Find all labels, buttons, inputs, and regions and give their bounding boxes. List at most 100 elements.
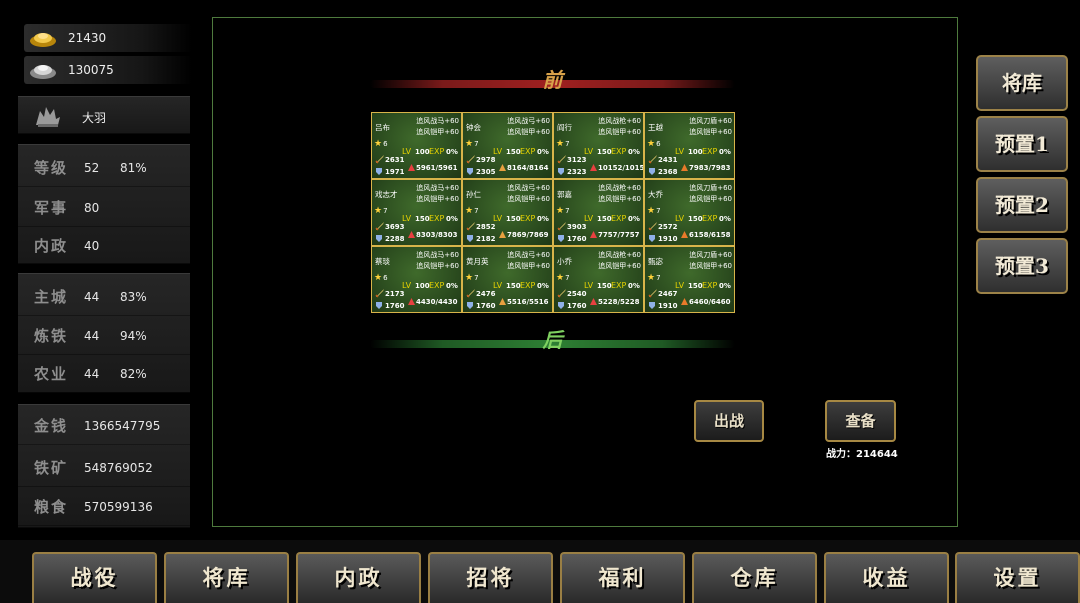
preset-1-button[interactable]: 预置1	[976, 116, 1068, 172]
inspect-button[interactable]: 查备	[825, 400, 896, 442]
general-troops: 7983/7983	[689, 164, 731, 172]
nav-warehouse[interactable]: 仓库	[692, 552, 817, 603]
stat-extra: 81%	[120, 160, 147, 175]
star-icon: ★7	[556, 139, 570, 149]
general-card[interactable]: 阎行 追风战枪+60 追风铠甲+60 ★7 LV 150 EXP 0% 3123 2323 1015…	[553, 112, 644, 179]
preset-2-button[interactable]: 预置2	[976, 177, 1068, 233]
exp-tag: EXP	[429, 214, 445, 223]
back-label: 后	[542, 328, 563, 352]
general-card[interactable]: 黄月英 追风战弓+60 追风铠甲+60 ★7 LV 150 EXP 0% 2476 1760 551…	[462, 246, 553, 313]
general-equipment: 追风战枪+60 追风铠甲+60	[598, 250, 641, 272]
front-row-banner: 前	[370, 68, 735, 94]
unit-type-icon	[499, 298, 506, 305]
armor-icon	[558, 168, 564, 175]
general-equipment: 追风战马+60 追风铠甲+60	[416, 116, 459, 138]
general-level: 100	[415, 148, 430, 156]
nav-recruit[interactable]: 招将	[428, 552, 553, 603]
unit-type-icon	[499, 164, 506, 171]
rider-emblem-icon	[36, 107, 60, 127]
equipment-armor: 追风铠甲+60	[416, 195, 459, 203]
general-attack: 2540	[567, 290, 587, 298]
sword-icon	[557, 155, 566, 164]
general-name: 小乔	[557, 257, 572, 266]
general-card[interactable]: 大乔 追风刀盾+60 追风铠甲+60 ★7 LV 150 EXP 0% 2572 1910 6158…	[644, 179, 735, 246]
general-name: 郭嘉	[557, 190, 572, 199]
general-attack: 2572	[658, 223, 678, 231]
star-icon: ★6	[374, 273, 388, 283]
level-tag: LV	[584, 214, 594, 223]
exp-percent: 0%	[446, 215, 458, 223]
left-sidebar: 21430 130075 大羽 等级 52 81% 军事 80 内政 40 主城…	[0, 0, 200, 540]
exp-tag: EXP	[611, 281, 627, 290]
general-library-button[interactable]: 将库	[976, 55, 1068, 111]
exp-tag: EXP	[429, 281, 445, 290]
general-troops: 5516/5516	[507, 298, 549, 306]
nav-income[interactable]: 收益	[824, 552, 949, 603]
general-card[interactable]: 小乔 追风战枪+60 追风铠甲+60 ★7 LV 150 EXP 0% 2540 1760 5228…	[553, 246, 644, 313]
star-count: 7	[565, 274, 570, 282]
buildings-panel: 主城 44 83% 炼铁 44 94% 农业 44 82%	[18, 273, 190, 393]
armor-icon	[376, 168, 382, 175]
general-card[interactable]: 王越 追风刀盾+60 追风铠甲+60 ★6 LV 100 EXP 0% 2431 2368 7983…	[644, 112, 735, 179]
player-panel: 大羽	[18, 96, 190, 134]
nav-settings[interactable]: 设置	[955, 552, 1080, 603]
general-card[interactable]: 孙仁 追风战弓+60 追风铠甲+60 ★7 LV 150 EXP 0% 2852 2182 7869…	[462, 179, 553, 246]
player-name: 大羽	[82, 111, 107, 125]
general-defense: 2368	[658, 168, 678, 176]
building-progress: 83%	[120, 289, 147, 304]
equipment-weapon: 追风战弓+60	[507, 184, 550, 192]
equipment-weapon: 追风战弓+60	[507, 117, 550, 125]
general-card[interactable]: 吕布 追风战马+60 追风铠甲+60 ★6 LV 100 EXP 0% 2631 1971 5961…	[371, 112, 462, 179]
equipment-armor: 追风铠甲+60	[598, 128, 641, 136]
general-level: 100	[415, 282, 430, 290]
general-name: 孙仁	[466, 190, 481, 199]
nav-campaign[interactable]: 战役	[32, 552, 157, 603]
general-troops: 6460/6460	[689, 298, 731, 306]
armor-icon	[649, 302, 655, 309]
general-card[interactable]: 戏志才 追风战马+60 追风铠甲+60 ★7 LV 150 EXP 0% 3693 2288 830…	[371, 179, 462, 246]
unit-type-icon	[499, 231, 506, 238]
nav-general-library[interactable]: 将库	[164, 552, 289, 603]
level-tag: LV	[675, 281, 685, 290]
general-equipment: 追风战马+60 追风铠甲+60	[416, 250, 459, 272]
general-troops: 4430/4430	[416, 298, 458, 306]
general-name: 甄宓	[648, 257, 663, 266]
level-tag: LV	[402, 281, 412, 290]
unit-type-icon	[408, 231, 415, 238]
sword-icon	[466, 289, 475, 298]
general-card[interactable]: 郭嘉 追风战枪+60 追风铠甲+60 ★7 LV 150 EXP 0% 3903 1760 7757…	[553, 179, 644, 246]
sword-icon	[375, 155, 384, 164]
equipment-weapon: 追风战枪+60	[598, 117, 641, 125]
level-tag: LV	[493, 281, 503, 290]
general-level: 150	[688, 282, 703, 290]
equipment-weapon: 追风战马+60	[416, 117, 459, 125]
stat-value: 40	[84, 238, 100, 253]
general-card[interactable]: 钟会 追风战弓+60 追风铠甲+60 ★7 LV 150 EXP 0% 2978 2305 8164…	[462, 112, 553, 179]
battle-button[interactable]: 出战	[694, 400, 764, 442]
general-level: 150	[506, 215, 521, 223]
star-icon: ★7	[556, 206, 570, 216]
armor-icon	[467, 302, 473, 309]
star-icon: ★7	[465, 273, 479, 283]
armor-icon	[649, 168, 655, 175]
general-defense: 1760	[476, 302, 496, 310]
building-progress: 82%	[120, 366, 147, 381]
level-tag: LV	[402, 214, 412, 223]
general-troops: 7869/7869	[507, 231, 549, 239]
equipment-armor: 追风铠甲+60	[598, 262, 641, 270]
general-name: 黄月英	[466, 257, 489, 266]
nav-welfare[interactable]: 福利	[560, 552, 685, 603]
star-count: 7	[474, 140, 479, 148]
total-row-iron: 铁矿 548769052	[18, 449, 190, 487]
sword-icon	[466, 222, 475, 231]
preset-3-button[interactable]: 预置3	[976, 238, 1068, 294]
stat-label: 等级	[34, 159, 69, 177]
nav-domestic[interactable]: 内政	[296, 552, 421, 603]
general-attack: 2978	[476, 156, 496, 164]
general-troops: 5961/5961	[416, 164, 458, 172]
exp-tag: EXP	[611, 214, 627, 223]
general-defense: 1971	[385, 168, 405, 176]
general-card[interactable]: 甄宓 追风刀盾+60 追风铠甲+60 ★7 LV 150 EXP 0% 2467 1910 6460…	[644, 246, 735, 313]
general-card[interactable]: 蔡琰 追风战马+60 追风铠甲+60 ★6 LV 100 EXP 0% 2173 1760 4430…	[371, 246, 462, 313]
level-tag: LV	[675, 214, 685, 223]
